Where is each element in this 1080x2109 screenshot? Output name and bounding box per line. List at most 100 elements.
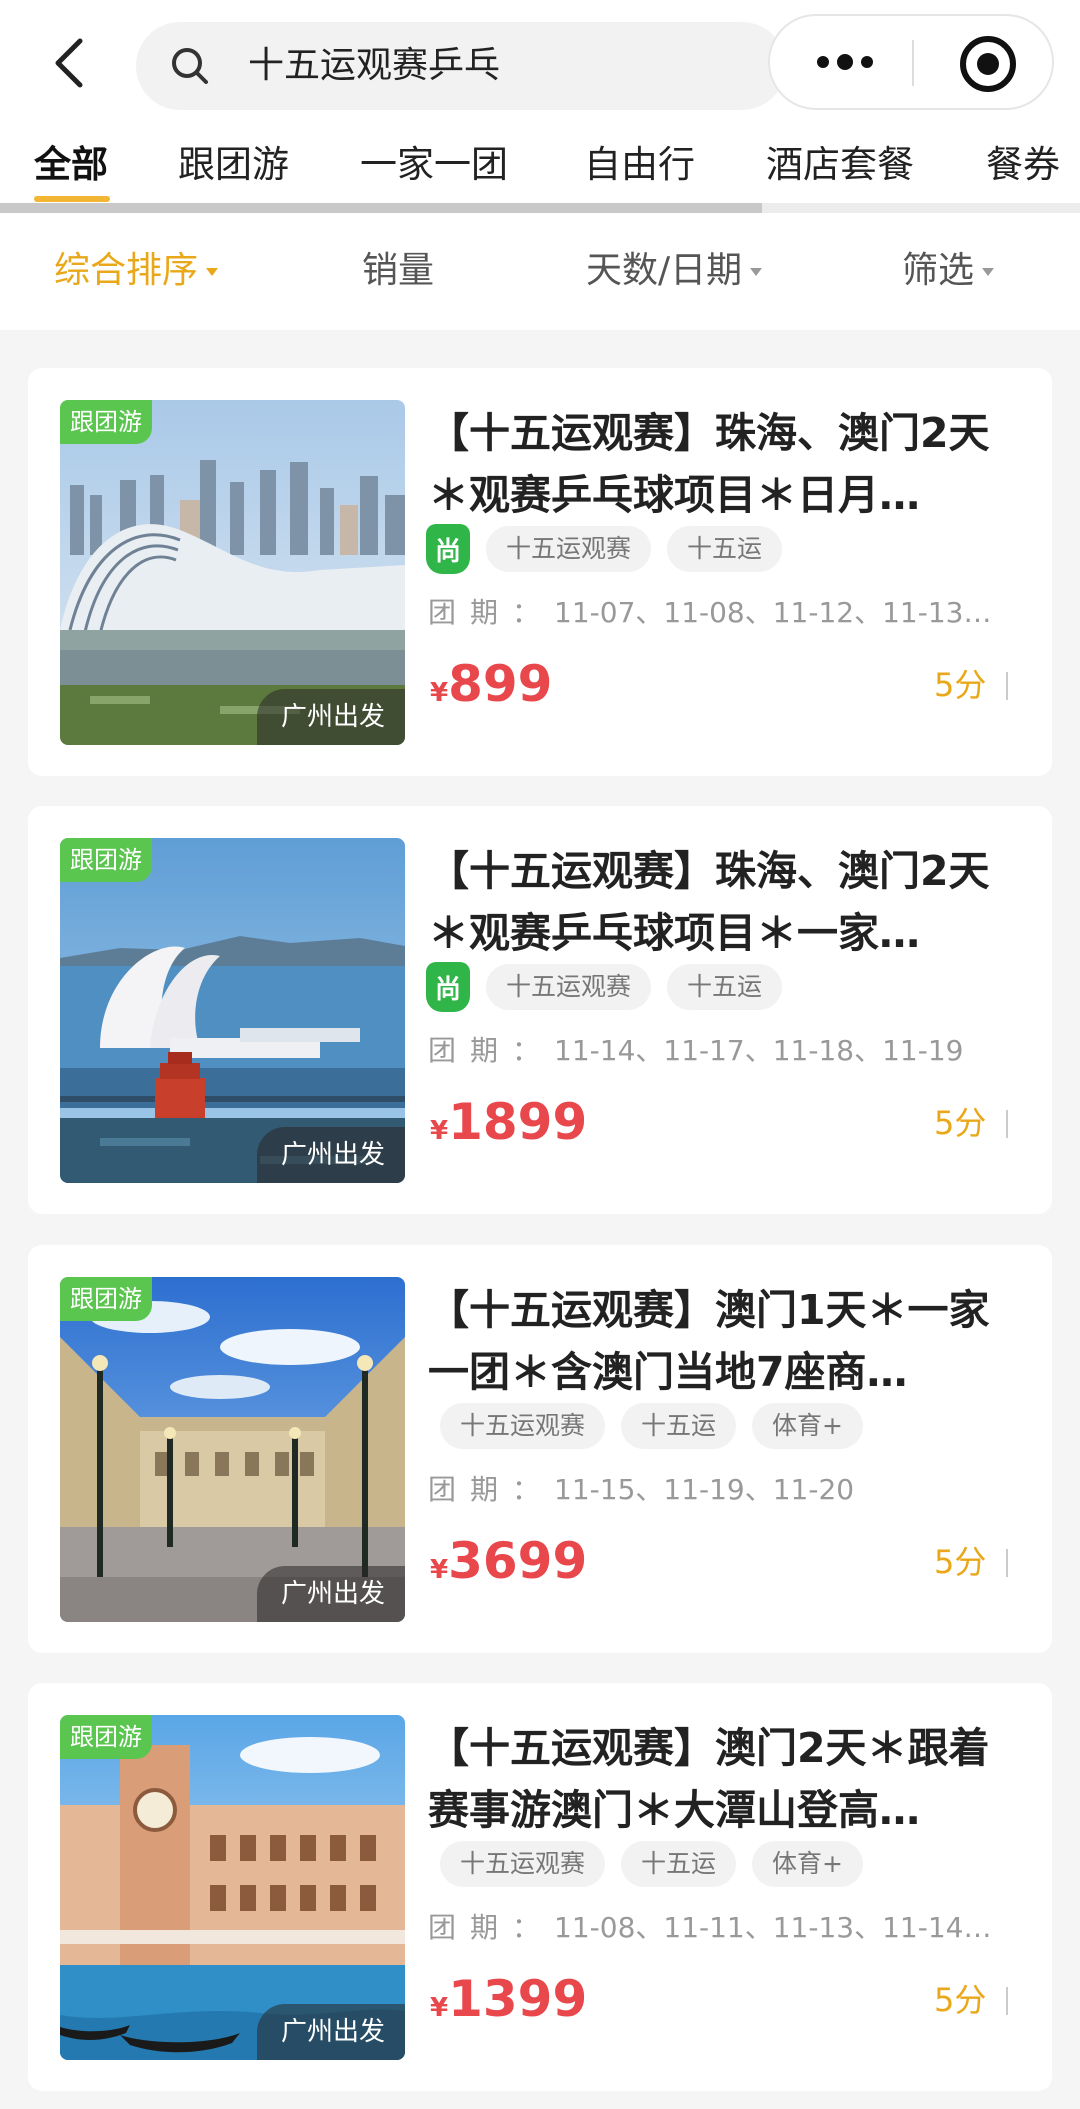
product-type-badge: 跟团游 <box>60 400 152 444</box>
currency-symbol: ¥ <box>430 678 449 708</box>
top-bar: 十五运观赛乒乓 <box>0 0 1080 124</box>
tab-hotel-package[interactable]: 酒店套餐 <box>766 142 914 188</box>
departure-dates: 团期：11-07、11-08、11-12、11-13… <box>428 594 1028 632</box>
product-image: 跟团游 广州出发 <box>60 400 405 745</box>
dates-value: 11-08、11-11、11-13、11-14… <box>554 1911 992 1944</box>
product-tag: 十五运 <box>667 964 783 1010</box>
product-card[interactable]: 跟团游 广州出发 【十五运观赛】澳门2天＊跟着赛事游澳门＊大潭山登高… 十五运观… <box>28 1683 1052 2091</box>
product-tags: 十五运观赛 十五运 体育+ <box>440 1403 863 1449</box>
dates-value: 11-14、11-17、11-18、11-19 <box>554 1034 964 1067</box>
product-type-badge: 跟团游 <box>60 1715 152 1759</box>
price-value: 899 <box>448 655 553 713</box>
tab-meal-voucher[interactable]: 餐券 <box>986 142 1060 188</box>
departure-dates: 团期：11-08、11-11、11-13、11-14… <box>428 1909 1028 1947</box>
product-title: 【十五运观赛】珠海、澳门2天＊观赛乒乓球项目＊一家… <box>428 847 990 957</box>
search-icon <box>172 48 208 84</box>
tab-private-group[interactable]: 一家一团 <box>360 142 508 188</box>
tab-group-tour[interactable]: 跟团游 <box>178 142 289 188</box>
product-image: 跟团游 广州出发 <box>60 1715 405 2060</box>
currency-symbol: ¥ <box>430 1555 449 1585</box>
product-price: ¥1899 <box>430 1086 587 1158</box>
product-tag: 十五运 <box>667 526 783 572</box>
product-tag: 十五运观赛 <box>440 1403 606 1449</box>
currency-symbol: ¥ <box>430 1993 449 2023</box>
score-divider <box>1006 1110 1008 1138</box>
product-card[interactable]: 跟团游 广州出发 【十五运观赛】珠海、澳门2天＊观赛乒乓球项目＊一家… 尚 十五… <box>28 806 1052 1214</box>
product-tag: 体育+ <box>752 1403 863 1449</box>
dates-label: 团期： <box>428 596 555 629</box>
product-tags: 十五运观赛 十五运 体育+ <box>440 1841 863 1887</box>
caret-down-icon <box>750 268 763 276</box>
departure-city: 广州出发 <box>256 1127 405 1183</box>
departure-city: 广州出发 <box>256 2004 405 2060</box>
tab-free-travel[interactable]: 自由行 <box>584 142 695 188</box>
shang-badge-icon: 尚 <box>426 524 470 574</box>
departure-dates: 团期：11-15、11-19、11-20 <box>428 1471 1028 1509</box>
sort-comprehensive-label: 综合排序 <box>54 250 199 291</box>
product-tag: 十五运 <box>621 1403 737 1449</box>
product-tags: 尚 十五运观赛 十五运 <box>426 962 783 1012</box>
dates-value: 11-15、11-19、11-20 <box>554 1473 855 1506</box>
sort-bar: 综合排序 销量 天数/日期 筛选 <box>0 214 1080 330</box>
price-value: 1899 <box>448 1093 588 1151</box>
score-divider <box>1006 672 1008 700</box>
product-image: 跟团游 广州出发 <box>60 838 405 1183</box>
product-tag: 体育+ <box>752 1841 863 1887</box>
sort-filter-label: 筛选 <box>902 250 975 291</box>
search-input[interactable]: 十五运观赛乒乓 <box>136 22 786 110</box>
mini-program-capsule <box>768 14 1054 110</box>
product-price: ¥899 <box>430 648 552 720</box>
chevron-left-icon <box>55 38 83 88</box>
departure-dates: 团期：11-14、11-17、11-18、11-19 <box>428 1032 1028 1070</box>
departure-city: 广州出发 <box>256 1566 405 1622</box>
dates-label: 团期： <box>428 1473 555 1506</box>
product-score: 5分 <box>934 1543 987 1581</box>
product-tags: 尚 十五运观赛 十五运 <box>426 524 783 574</box>
tab-all[interactable]: 全部 <box>34 142 108 188</box>
more-button[interactable] <box>800 34 890 90</box>
score-divider <box>1006 1549 1008 1577</box>
product-title: 【十五运观赛】珠海、澳门2天＊观赛乒乓球项目＊日月… <box>428 409 990 519</box>
tab-scrollbar[interactable] <box>0 203 762 213</box>
product-tag: 十五运 <box>621 1841 737 1887</box>
product-tag: 十五运观赛 <box>486 526 652 572</box>
product-card[interactable]: 跟团游 广州出发 【十五运观赛】澳门1天＊一家一团＊含澳门当地7座商… 十五运观… <box>28 1245 1052 1653</box>
product-type-badge: 跟团游 <box>60 1277 152 1321</box>
product-tag: 十五运观赛 <box>486 964 652 1010</box>
price-value: 1399 <box>448 1970 588 2028</box>
sort-sales[interactable]: 销量 <box>362 248 434 294</box>
dates-label: 团期： <box>428 1034 555 1067</box>
caret-down-icon <box>982 268 995 276</box>
dates-value: 11-07、11-08、11-12、11-13… <box>554 596 992 629</box>
sort-sales-label: 销量 <box>362 250 435 291</box>
departure-city: 广州出发 <box>256 689 405 745</box>
dates-label: 团期： <box>428 1911 555 1944</box>
product-image: 跟团游 广州出发 <box>60 1277 405 1622</box>
product-score: 5分 <box>934 1104 987 1142</box>
product-score: 5分 <box>934 666 987 704</box>
shang-badge-icon: 尚 <box>426 962 470 1012</box>
more-dots-icon <box>817 56 829 68</box>
sort-comprehensive[interactable]: 综合排序 <box>54 248 219 294</box>
sort-days-date[interactable]: 天数/日期 <box>586 248 763 294</box>
sort-days-date-label: 天数/日期 <box>586 250 743 291</box>
back-button[interactable] <box>40 28 96 98</box>
category-tabs: 全部 跟团游 一家一团 自由行 酒店套餐 餐券 <box>0 124 1080 214</box>
capsule-divider <box>912 40 914 86</box>
product-tag: 十五运观赛 <box>440 1841 606 1887</box>
currency-symbol: ¥ <box>430 1116 449 1146</box>
product-score: 5分 <box>934 1981 987 2019</box>
product-card[interactable]: 跟团游 广州出发 【十五运观赛】珠海、澳门2天＊观赛乒乓球项目＊日月… 尚 十五… <box>28 368 1052 776</box>
price-value: 3699 <box>448 1532 588 1590</box>
product-price: ¥3699 <box>430 1525 587 1597</box>
product-title: 【十五运观赛】澳门1天＊一家一团＊含澳门当地7座商… <box>428 1286 990 1396</box>
score-divider <box>1006 1987 1008 2015</box>
close-miniprogram-button[interactable] <box>960 36 1016 92</box>
product-price: ¥1399 <box>430 1963 587 2035</box>
active-tab-indicator <box>34 196 110 202</box>
product-type-badge: 跟团游 <box>60 838 152 882</box>
sort-filter[interactable]: 筛选 <box>902 248 995 294</box>
search-query: 十五运观赛乒乓 <box>248 45 501 86</box>
caret-down-icon <box>206 268 219 276</box>
product-title: 【十五运观赛】澳门2天＊跟着赛事游澳门＊大潭山登高… <box>428 1724 990 1834</box>
